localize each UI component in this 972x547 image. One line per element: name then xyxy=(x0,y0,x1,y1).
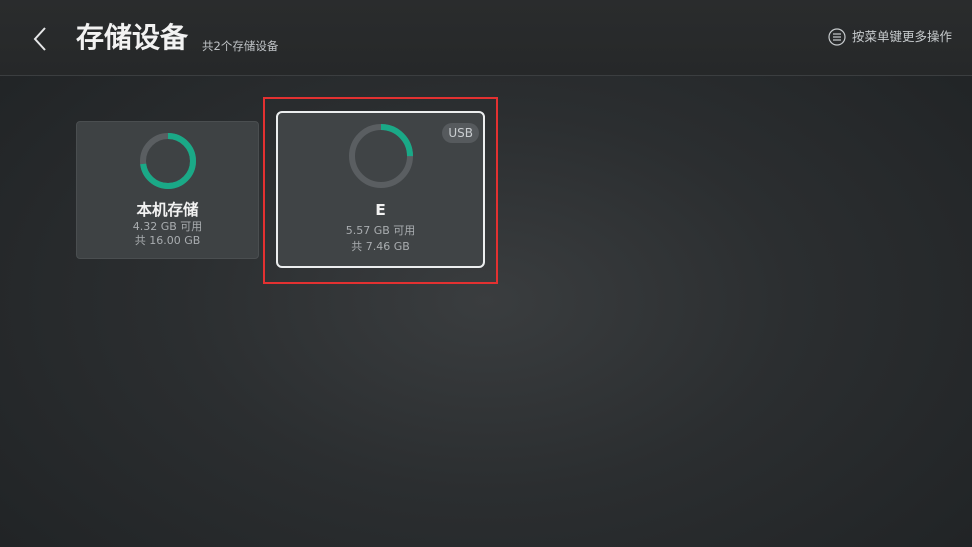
storage-tile-local[interactable]: 本机存储 4.32 GB 可用 共 16.00 GB xyxy=(76,121,259,259)
device-available: 4.32 GB 可用 xyxy=(132,220,203,233)
device-name: 本机存储 xyxy=(136,201,199,219)
device-available: 5.57 GB 可用 xyxy=(345,224,416,237)
device-total: 共 7.46 GB xyxy=(351,240,410,253)
header-bar: 存储设备 共2个存储设备 按菜单键更多操作 xyxy=(0,0,972,76)
device-count: 共2个存储设备 xyxy=(202,39,279,53)
usage-ring xyxy=(140,133,196,189)
storage-tile-usb[interactable]: USB E 5.57 GB 可用 共 7.46 GB xyxy=(276,111,485,268)
page-title: 存储设备 xyxy=(76,21,189,54)
usb-badge: USB xyxy=(442,123,479,143)
device-name: E xyxy=(375,201,386,219)
chevron-left-icon xyxy=(33,27,46,51)
menu-circle-icon xyxy=(828,28,846,46)
usage-ring xyxy=(349,124,413,188)
device-total: 共 16.00 GB xyxy=(134,234,201,247)
back-button[interactable] xyxy=(26,22,54,56)
menu-hint: 按菜单键更多操作 xyxy=(828,27,952,47)
menu-hint-text: 按菜单键更多操作 xyxy=(851,29,952,44)
